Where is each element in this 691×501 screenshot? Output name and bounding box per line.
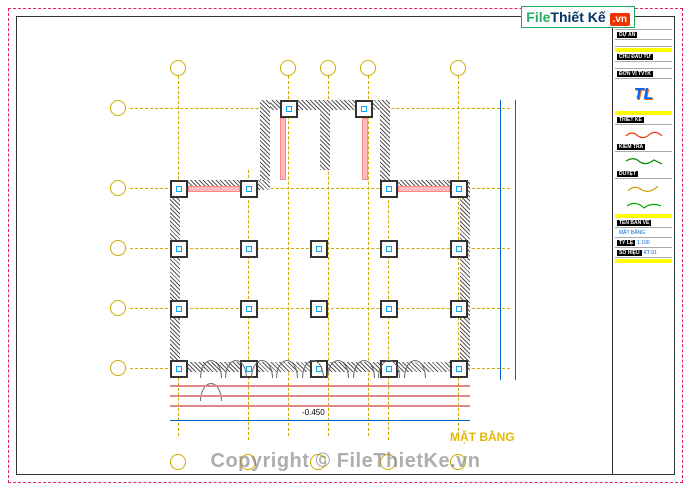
logo-part-file: File	[526, 9, 550, 25]
beam	[362, 118, 368, 180]
drawing-area[interactable]: -0.450 MẶT BẰNG	[30, 30, 570, 460]
site-watermark-logo: FileThiết Kế .vn	[521, 6, 635, 28]
grid-line	[288, 76, 289, 436]
tb-designer-row: THIẾT KẾ	[615, 116, 672, 125]
arch-icon	[276, 360, 298, 378]
tb-owner-row: CHỦ ĐẦU TƯ	[615, 53, 672, 62]
tb-project-val	[615, 41, 672, 47]
grid-bubble-5	[110, 360, 126, 376]
beam	[280, 118, 286, 180]
tb-drawing-row: TÊN BẢN VẼ	[615, 219, 672, 228]
column	[450, 180, 468, 198]
tb-checker-row: KIỂM TRA	[615, 143, 672, 152]
tb-divider-4	[615, 259, 672, 263]
tb-sheet-row: SỐ HIỆU KT-01	[615, 249, 672, 258]
column	[450, 300, 468, 318]
wall	[460, 180, 470, 370]
column	[380, 180, 398, 198]
logo-part-vn: .vn	[610, 13, 630, 26]
grid-bubble-3	[110, 240, 126, 256]
column	[380, 240, 398, 258]
column	[450, 360, 468, 378]
tb-owner-val	[615, 63, 672, 69]
arch-icon	[327, 360, 349, 378]
tb-owner-label: CHỦ ĐẦU TƯ	[617, 54, 653, 60]
cad-canvas: FileThiết Kế .vn · DỰ ÁN CHỦ ĐẦU TƯ ĐƠN …	[0, 0, 691, 501]
arch-icon	[302, 360, 324, 378]
signature-4	[615, 197, 672, 213]
column	[240, 300, 258, 318]
copyright-watermark: Copyright © FileThietKe.vn	[0, 450, 691, 473]
tb-consultant-label: ĐƠN VỊ TVTK	[617, 71, 653, 77]
tb-scale-row: TỶ LỆ 1:100	[615, 239, 672, 248]
arch-icon	[251, 360, 273, 378]
column	[355, 100, 373, 118]
column	[310, 240, 328, 258]
wall	[170, 180, 180, 370]
elevation-marker: -0.450	[300, 408, 327, 417]
signature-3	[615, 180, 672, 196]
column	[380, 300, 398, 318]
grid-bubble-a	[170, 60, 186, 76]
column	[450, 240, 468, 258]
tb-divider-3	[615, 214, 672, 218]
wall	[320, 100, 330, 170]
grid-bubble-1	[110, 100, 126, 116]
column	[240, 180, 258, 198]
grid-bubble-4	[110, 300, 126, 316]
grid-bubble-e	[450, 60, 466, 76]
tb-project-row: DỰ ÁN	[615, 31, 672, 40]
column	[170, 240, 188, 258]
arch-icon	[225, 360, 247, 378]
tb-divider	[615, 48, 672, 52]
tb-project-label: DỰ ÁN	[617, 32, 637, 38]
arch-icon	[404, 360, 426, 378]
drawing-title: MẶT BẰNG	[450, 430, 515, 444]
tb-divider-2	[615, 111, 672, 115]
grid-bubble-b	[280, 60, 296, 76]
wall	[380, 100, 390, 188]
tb-approver-row: DUYỆT	[615, 170, 672, 179]
column	[240, 240, 258, 258]
terrace-line	[170, 395, 470, 397]
dimension-line	[170, 420, 470, 421]
floor-plan: -0.450	[130, 90, 510, 450]
company-logo: TL	[615, 80, 672, 110]
arch-icon	[353, 360, 375, 378]
title-block: · DỰ ÁN CHỦ ĐẦU TƯ ĐƠN VỊ TVTK TL THIẾT …	[612, 17, 674, 474]
logo-part-thietke: Thiết Kế	[550, 9, 605, 25]
signature-1	[615, 126, 672, 142]
arch-icon	[378, 360, 400, 378]
column	[310, 300, 328, 318]
dimension-line	[515, 100, 516, 380]
terrace-line	[170, 385, 470, 387]
grid-bubble-d	[360, 60, 376, 76]
tb-drawing-name: MẶT BẰNG	[615, 229, 672, 238]
beam	[398, 186, 450, 192]
column	[170, 360, 188, 378]
signature-2	[615, 153, 672, 169]
grid-line	[368, 76, 369, 436]
beam	[188, 186, 240, 192]
column	[170, 300, 188, 318]
dimension-line	[500, 100, 501, 380]
column	[170, 180, 188, 198]
terrace-line	[170, 405, 470, 407]
arch-openings	[200, 360, 440, 380]
column	[280, 100, 298, 118]
tb-consultant-row: ĐƠN VỊ TVTK	[615, 70, 672, 79]
arch-icon	[200, 360, 222, 378]
grid-bubble-2	[110, 180, 126, 196]
wall	[260, 100, 270, 188]
grid-bubble-c	[320, 60, 336, 76]
